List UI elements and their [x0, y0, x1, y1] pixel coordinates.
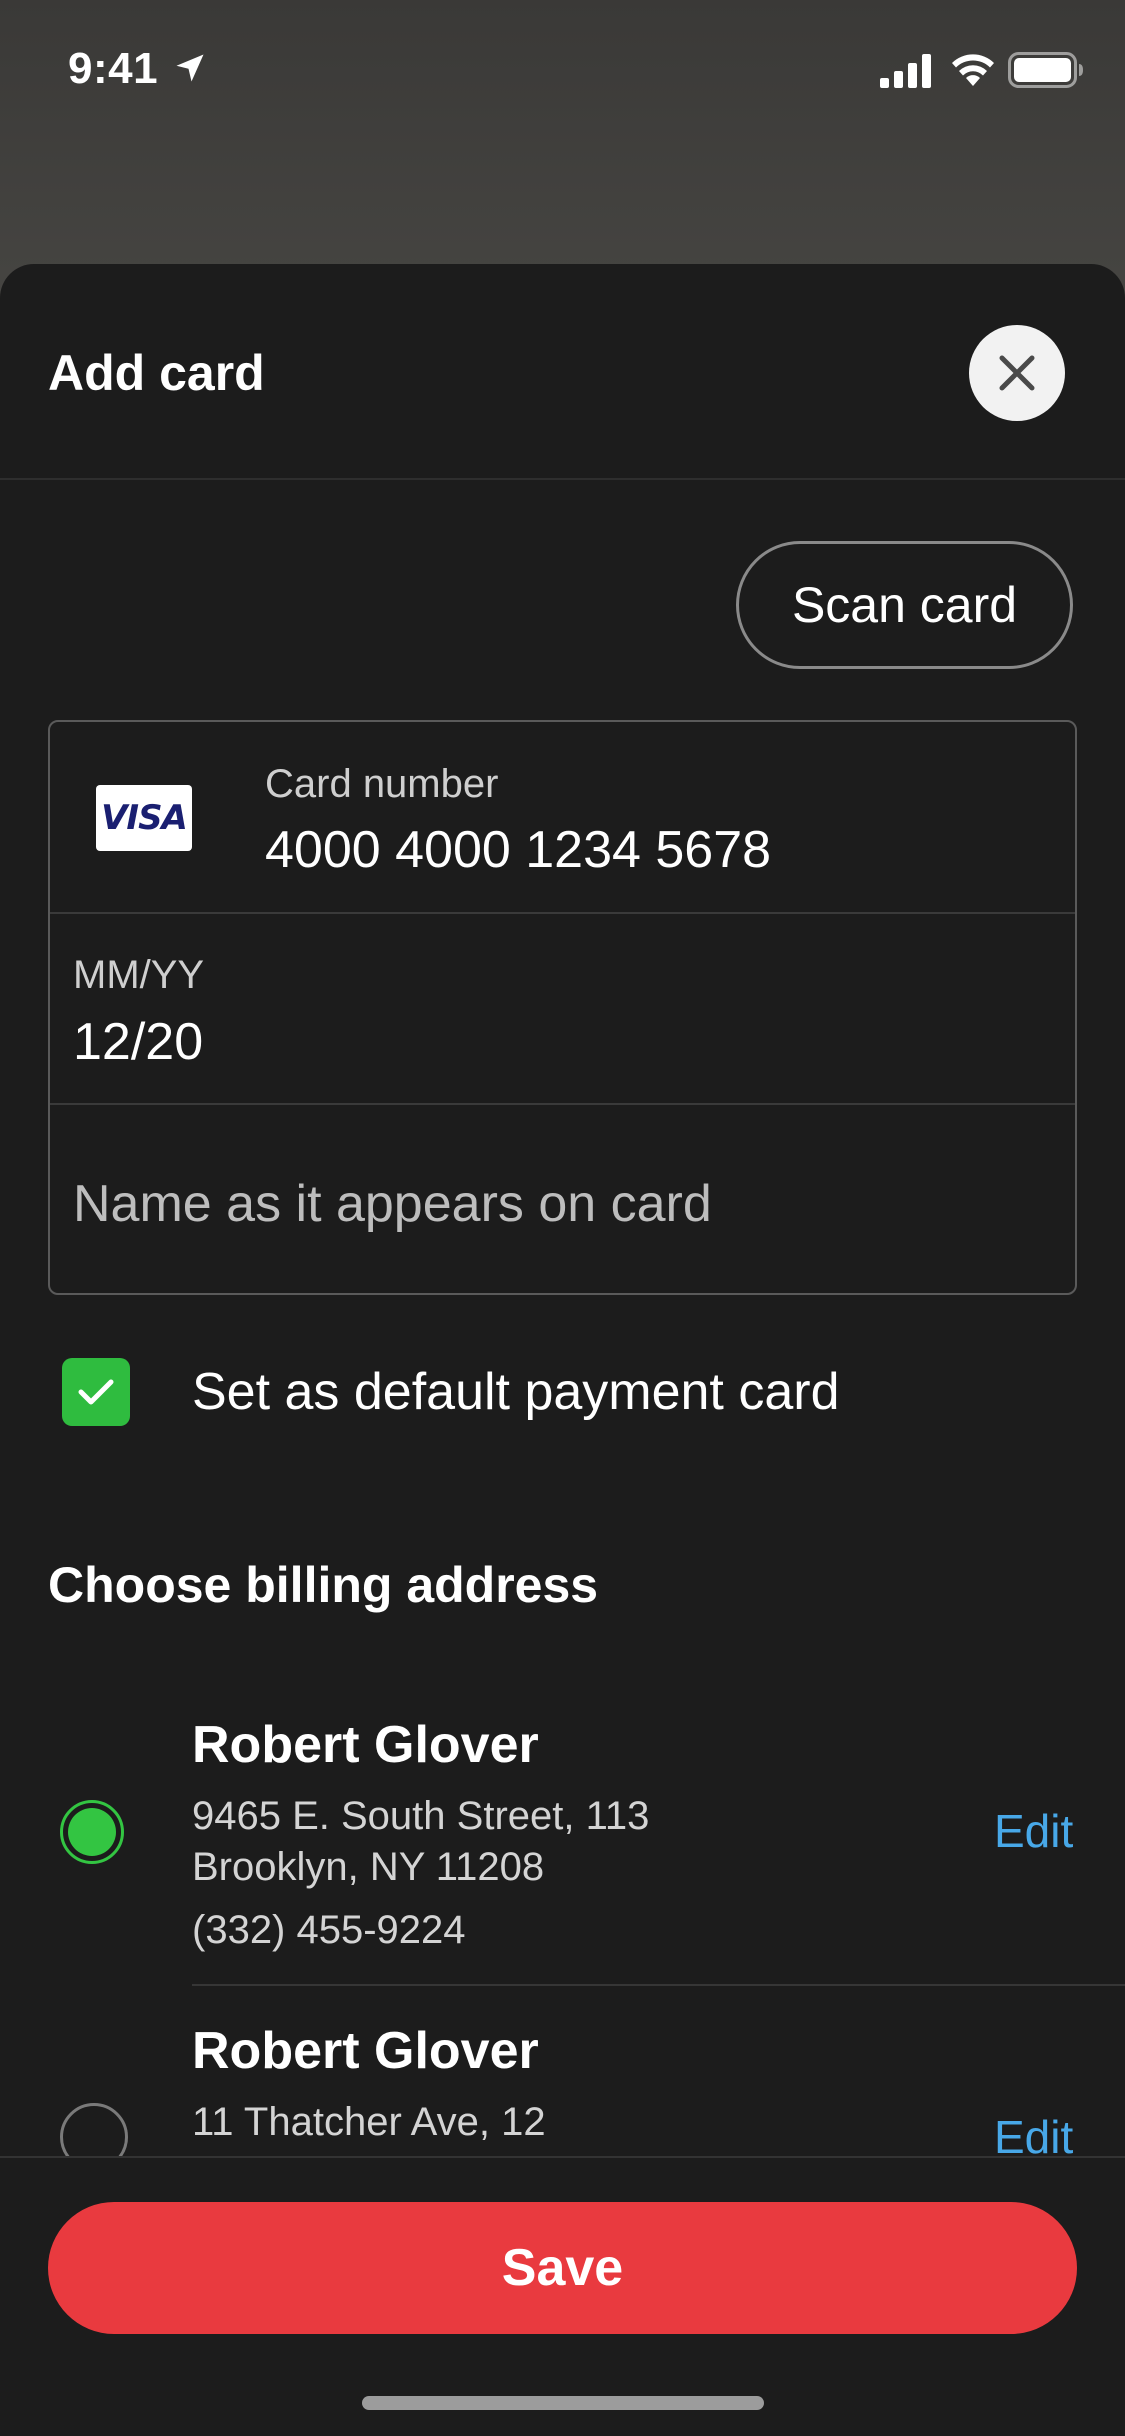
- default-card-label[interactable]: Set as default payment card: [192, 1362, 840, 1422]
- address-name: Robert Glover: [192, 1716, 539, 1774]
- save-button[interactable]: Save: [48, 2202, 1077, 2334]
- address-name: Robert Glover: [192, 2022, 539, 2080]
- sheet-title: Add card: [48, 345, 265, 401]
- edit-address-link[interactable]: Edit: [994, 1804, 1073, 1858]
- address-divider: [192, 1984, 1125, 1986]
- backdrop: [0, 0, 1125, 300]
- status-time: 9:41: [68, 44, 159, 93]
- expiry-label: MM/YY: [73, 953, 205, 997]
- battery-icon: [1008, 52, 1083, 88]
- location-arrow-icon: [176, 54, 204, 82]
- close-button[interactable]: [969, 325, 1065, 421]
- card-number-field[interactable]: 4000 4000 1234 5678: [265, 820, 771, 880]
- billing-section-title: Choose billing address: [48, 1557, 599, 1613]
- checkmark-icon: [78, 1379, 114, 1405]
- address-phone: (332) 455-9224: [192, 1908, 466, 1952]
- header-divider: [0, 478, 1125, 480]
- edit-address-link[interactable]: Edit: [994, 2110, 1073, 2156]
- default-card-checkbox[interactable]: [62, 1358, 130, 1426]
- visa-logo: VISA: [96, 785, 192, 851]
- card-number-label: Card number: [265, 762, 499, 806]
- footer-divider: [0, 2156, 1125, 2158]
- home-indicator: [362, 2396, 764, 2410]
- cellular-signal-icon: [880, 54, 931, 88]
- address-radio[interactable]: [60, 2103, 128, 2156]
- close-icon: [999, 355, 1035, 391]
- address-line1: 11 Thatcher Ave, 12: [192, 2100, 546, 2144]
- field-divider: [50, 912, 1075, 914]
- wifi-icon: [952, 54, 994, 86]
- cardholder-name-field[interactable]: Name as it appears on card: [73, 1174, 712, 1234]
- card-form: VISA Card number 4000 4000 1234 5678 MM/…: [48, 720, 1077, 1295]
- expiry-field[interactable]: 12/20: [73, 1012, 203, 1072]
- field-divider: [50, 1103, 1075, 1105]
- scan-card-button[interactable]: Scan card: [736, 541, 1073, 669]
- card-brand-text: VISA: [101, 798, 188, 838]
- address-radio-selected[interactable]: [60, 1800, 124, 1864]
- address-line2: Brooklyn, NY 11208: [192, 1845, 545, 1889]
- billing-address-list: Robert Glover 9465 E. South Street, 113 …: [0, 1660, 1125, 2156]
- address-line1: 9465 E. South Street, 113: [192, 1794, 650, 1838]
